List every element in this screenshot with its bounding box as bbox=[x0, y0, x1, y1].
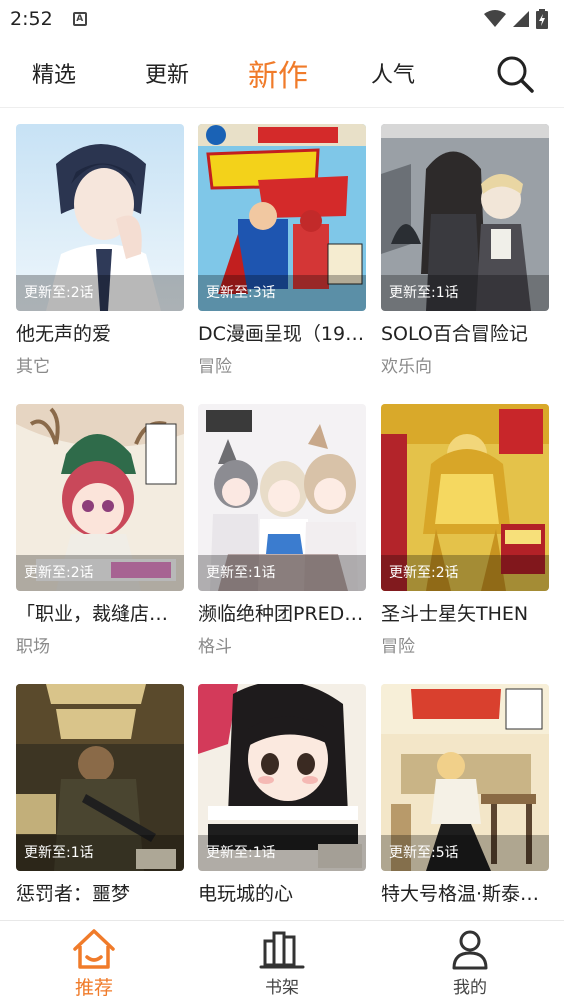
comic-cover[interactable]: 更新至:1话 bbox=[381, 124, 549, 311]
comic-card[interactable]: 更新至:5话 特大号格温·斯泰… bbox=[381, 684, 549, 920]
comic-title[interactable]: 电玩城的心 bbox=[198, 881, 366, 907]
tab-new-works[interactable]: 新作 bbox=[248, 38, 308, 108]
update-badge: 更新至:1话 bbox=[16, 835, 184, 871]
comic-cover[interactable]: 更新至:2话 bbox=[381, 404, 549, 591]
tab-label: 新作 bbox=[248, 59, 308, 94]
update-badge: 更新至:2话 bbox=[381, 555, 549, 591]
bottom-nav-label: 推荐 bbox=[74, 977, 113, 999]
comic-cover[interactable]: 更新至:1话 bbox=[16, 684, 184, 871]
comic-genre: 格斗 bbox=[198, 637, 232, 657]
home-icon bbox=[73, 929, 115, 969]
search-icon bbox=[497, 56, 534, 93]
comic-title[interactable]: SOLO百合冒险记 bbox=[381, 321, 549, 347]
update-badge: 更新至:5话 bbox=[381, 835, 549, 871]
top-tab-bar: 精选 更新 新作 人气 bbox=[0, 38, 564, 108]
search-button[interactable] bbox=[494, 53, 536, 95]
bottom-nav-mine[interactable]: 我的 bbox=[410, 921, 530, 1002]
comic-title[interactable]: 「职业，裁缝店… bbox=[16, 601, 184, 627]
comic-title[interactable]: 圣斗士星矢THEN bbox=[381, 601, 549, 627]
comic-card[interactable]: 更新至:1话 濒临绝种团PRED… 格斗 bbox=[198, 404, 366, 659]
tab-label: 精选 bbox=[32, 63, 77, 88]
update-badge: 更新至:1话 bbox=[381, 275, 549, 311]
update-badge: 更新至:3话 bbox=[198, 275, 366, 311]
status-bar: 2:52 A bbox=[0, 0, 564, 38]
tab-featured[interactable]: 精选 bbox=[32, 38, 76, 108]
comic-cover[interactable]: 更新至:5话 bbox=[381, 684, 549, 871]
comic-card[interactable]: 更新至:3话 DC漫画呈现（19… 冒险 bbox=[198, 124, 366, 379]
status-indicators bbox=[484, 9, 548, 29]
tab-popular[interactable]: 人气 bbox=[371, 38, 415, 108]
update-badge: 更新至:2话 bbox=[16, 555, 184, 591]
bottom-nav: 推荐 书架 我的 bbox=[0, 920, 564, 1002]
status-time: 2:52 bbox=[10, 8, 53, 30]
comic-title[interactable]: 特大号格温·斯泰… bbox=[381, 881, 549, 907]
comic-card[interactable]: 更新至:2话 圣斗士星矢THEN 冒险 bbox=[381, 404, 549, 659]
comic-card[interactable]: 更新至:2话 他无声的爱 其它 bbox=[16, 124, 184, 379]
comic-grid: 更新至:2话 他无声的爱 其它 更新至:3话 DC漫画呈现（19… 冒险 更新至… bbox=[0, 108, 564, 920]
comic-cover[interactable]: 更新至:2话 bbox=[16, 124, 184, 311]
comic-cover[interactable]: 更新至:2话 bbox=[16, 404, 184, 591]
comic-title[interactable]: 惩罚者：噩梦 bbox=[16, 881, 184, 907]
notification-icon: A bbox=[72, 12, 87, 26]
bottom-nav-label: 书架 bbox=[265, 978, 299, 998]
bookshelf-icon bbox=[259, 931, 305, 969]
comic-title[interactable]: 濒临绝种团PRED… bbox=[198, 601, 366, 627]
comic-title[interactable]: DC漫画呈现（19… bbox=[198, 321, 366, 347]
bottom-nav-label: 我的 bbox=[453, 978, 487, 998]
wifi-icon bbox=[484, 10, 506, 27]
comic-cover[interactable]: 更新至:3话 bbox=[198, 124, 366, 311]
comic-title[interactable]: 他无声的爱 bbox=[16, 321, 184, 347]
tab-label: 更新 bbox=[145, 63, 190, 88]
update-badge: 更新至:1话 bbox=[198, 835, 366, 871]
comic-card[interactable]: 更新至:1话 SOLO百合冒险记 欢乐向 bbox=[381, 124, 549, 379]
tab-updates[interactable]: 更新 bbox=[145, 38, 189, 108]
comic-cover[interactable]: 更新至:1话 bbox=[198, 404, 366, 591]
comic-cover[interactable]: 更新至:1话 bbox=[198, 684, 366, 871]
user-icon bbox=[452, 930, 488, 970]
bottom-nav-recommend[interactable]: 推荐 bbox=[34, 921, 154, 1002]
update-badge: 更新至:2话 bbox=[16, 275, 184, 311]
comic-genre: 欢乐向 bbox=[381, 357, 432, 377]
comic-card[interactable]: 更新至:1话 电玩城的心 bbox=[198, 684, 366, 920]
tab-label: 人气 bbox=[371, 63, 416, 88]
comic-genre: 职场 bbox=[16, 637, 50, 657]
comic-card[interactable]: 更新至:2话 「职业，裁缝店… 职场 bbox=[16, 404, 184, 659]
comic-genre: 冒险 bbox=[381, 637, 415, 657]
comic-card[interactable]: 更新至:1话 惩罚者：噩梦 bbox=[16, 684, 184, 920]
battery-icon bbox=[536, 9, 548, 29]
signal-icon bbox=[513, 11, 529, 27]
comic-genre: 冒险 bbox=[198, 357, 232, 377]
bottom-nav-bookshelf[interactable]: 书架 bbox=[222, 921, 342, 1002]
update-badge: 更新至:1话 bbox=[198, 555, 366, 591]
comic-genre: 其它 bbox=[16, 357, 50, 377]
